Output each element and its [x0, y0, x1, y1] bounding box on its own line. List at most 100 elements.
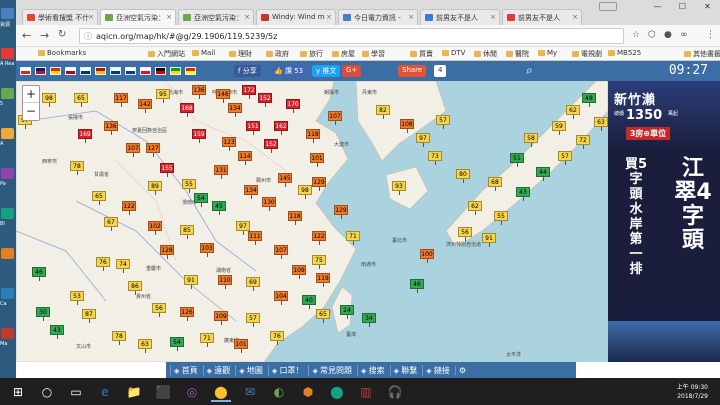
aqi-marker[interactable]: 118 — [288, 211, 302, 225]
tab-close-icon[interactable]: × — [572, 13, 578, 21]
aqi-marker[interactable]: 76 — [96, 257, 110, 271]
tab-close-icon[interactable]: × — [326, 13, 332, 21]
share-button[interactable]: 4 — [434, 65, 447, 77]
aqi-marker[interactable]: 104 — [274, 291, 288, 305]
aqi-marker[interactable]: 123 — [222, 137, 236, 151]
glasses-icon[interactable]: ∞ — [680, 30, 688, 40]
aqi-marker[interactable]: 169 — [78, 129, 92, 143]
bookmark-item[interactable]: My — [538, 49, 557, 57]
desktop-shortcut-icon[interactable] — [1, 248, 14, 259]
browser-tab[interactable]: 學術看搜獎 不什 × — [22, 9, 98, 25]
language-flag-icon[interactable] — [65, 67, 76, 75]
aqi-marker[interactable]: 24 — [340, 305, 354, 319]
share-button[interactable]: G+ — [342, 65, 362, 77]
aqi-marker[interactable]: 126 — [180, 307, 194, 321]
app-icon[interactable]: ⬢ — [298, 382, 318, 402]
desktop-shortcut-icon[interactable] — [1, 8, 14, 19]
aqi-marker[interactable]: 114 — [238, 151, 252, 165]
edge-icon[interactable]: e — [95, 382, 115, 402]
bookmark-item[interactable]: 入門網站 — [148, 49, 185, 59]
language-flag-icon[interactable] — [125, 67, 136, 75]
aqi-marker[interactable]: 74 — [116, 259, 130, 273]
aqi-marker[interactable]: 48 — [582, 93, 596, 107]
aqi-marker[interactable]: 122 — [122, 201, 136, 215]
profile-badge[interactable] — [599, 2, 617, 11]
search-icon[interactable]: ○ — [37, 382, 57, 402]
bookmark-item[interactable]: MB525 — [608, 49, 641, 57]
aqi-marker[interactable]: 110 — [218, 275, 232, 289]
bottom-nav-search[interactable]: ◈ 搜索 — [357, 364, 388, 376]
bookmark-item[interactable]: DTV — [442, 49, 465, 57]
bookmark-item[interactable]: 政府 — [266, 49, 289, 59]
tab-close-icon[interactable]: × — [88, 13, 94, 21]
address-bar[interactable]: ⓘ aqicn.org/map/hk/#@g/29.1906/119.5239/… — [79, 28, 624, 44]
aqi-marker[interactable]: 151 — [246, 121, 260, 135]
aqi-map[interactable]: 張掖市烏海市呼和浩特市朝陽市丹東市西寧市寧夏回族自治區大連市渭南市鄭州市甘肅省南… — [16, 81, 608, 362]
aqi-marker[interactable]: 91 — [482, 233, 496, 247]
aqi-marker[interactable]: 59 — [552, 121, 566, 135]
maximize-button[interactable]: ☐ — [670, 0, 695, 14]
bottom-nav-home[interactable]: ◈ 首頁 — [170, 364, 201, 376]
aqi-marker[interactable]: 69 — [246, 277, 260, 291]
aqi-marker[interactable]: 103 — [200, 243, 214, 257]
aqi-marker[interactable]: 87 — [82, 309, 96, 323]
bookmark-item[interactable]: 電視劇 — [572, 49, 602, 59]
language-flag-icon[interactable] — [170, 67, 181, 75]
aqi-marker[interactable]: 170 — [286, 99, 300, 113]
desktop-shortcut-icon[interactable] — [1, 88, 14, 99]
tab-close-icon[interactable]: × — [166, 13, 172, 21]
aqi-marker[interactable]: 43 — [516, 187, 530, 201]
bottom-nav-link[interactable]: ◈ 鏈接 — [422, 364, 453, 376]
aqi-marker[interactable]: 76 — [270, 331, 284, 345]
aqi-marker[interactable]: 109 — [214, 311, 228, 325]
advertisement-banner[interactable]: 新竹瀨 總價 1350 萬起 3房⊕車位 江翠4字頭 買5字頭水岸第一排 — [608, 81, 720, 362]
bookmark-item[interactable]: Bookmarks — [38, 49, 86, 57]
aqi-marker[interactable]: 108 — [400, 119, 414, 133]
bookmark-item[interactable]: 旅行 — [300, 49, 323, 59]
aqi-marker[interactable]: 63 — [138, 339, 152, 353]
tab-close-icon[interactable]: × — [490, 13, 496, 21]
aqi-marker[interactable]: 65 — [92, 191, 106, 205]
aqi-marker[interactable]: 57 — [436, 115, 450, 129]
aqi-marker[interactable]: 34 — [362, 313, 376, 327]
share-button[interactable]: Share — [398, 65, 427, 77]
aqi-marker[interactable]: 56 — [458, 227, 472, 241]
aqi-marker[interactable]: 46 — [410, 279, 424, 293]
browser-tab[interactable]: 亞洲空氣污染： × — [178, 9, 254, 25]
aqi-marker[interactable]: 44 — [536, 167, 550, 181]
aqi-marker[interactable]: 129 — [312, 177, 326, 191]
share-button[interactable]: y 推文 — [312, 65, 341, 77]
desktop-shortcut-icon[interactable] — [1, 128, 14, 139]
aqi-marker[interactable]: 117 — [114, 93, 128, 107]
aqi-marker[interactable]: 54 — [194, 193, 208, 207]
aqi-marker[interactable]: 62 — [468, 201, 482, 215]
aqi-marker[interactable]: 89 — [148, 181, 162, 195]
aqi-marker[interactable]: 55 — [182, 179, 196, 193]
browser-tab[interactable]: 前男友不是人 × — [502, 9, 582, 25]
language-flag-icon[interactable] — [110, 67, 121, 75]
aqi-marker[interactable]: 58 — [524, 133, 538, 147]
desktop-shortcut-icon[interactable] — [1, 168, 14, 179]
aqi-marker[interactable]: 102 — [148, 221, 162, 235]
aqi-marker[interactable]: 159 — [192, 129, 206, 143]
bottom-nav-contact[interactable]: ◈ 聯繫 — [389, 364, 421, 376]
bottom-nav-faq[interactable]: ◈ 常見問題 — [308, 364, 355, 376]
aqi-marker[interactable]: 63 — [594, 117, 608, 131]
aqi-marker[interactable]: 72 — [576, 135, 590, 149]
aqi-marker[interactable]: 136 — [104, 121, 118, 135]
aqi-marker[interactable]: 162 — [274, 121, 288, 135]
aqi-marker[interactable]: 73 — [428, 151, 442, 165]
app-icon[interactable]: ◐ — [269, 382, 289, 402]
aqi-marker[interactable]: 101 — [234, 339, 248, 353]
bookmark-item[interactable]: 其他書籤 — [684, 49, 720, 59]
reload-icon[interactable]: ↻ — [58, 29, 66, 40]
aqi-marker[interactable]: 142 — [138, 99, 152, 113]
aqi-marker[interactable]: 93 — [392, 181, 406, 195]
task-view-icon[interactable]: ▭ — [66, 382, 86, 402]
share-button[interactable]: 👍 讚 53 — [270, 65, 308, 77]
zoom-out-button[interactable]: − — [23, 103, 39, 120]
explorer-icon[interactable]: 📁 — [124, 382, 144, 402]
aqi-marker[interactable]: 57 — [246, 313, 260, 327]
star-icon[interactable]: ☆ — [632, 30, 640, 40]
aqi-marker[interactable]: 54 — [170, 337, 184, 351]
